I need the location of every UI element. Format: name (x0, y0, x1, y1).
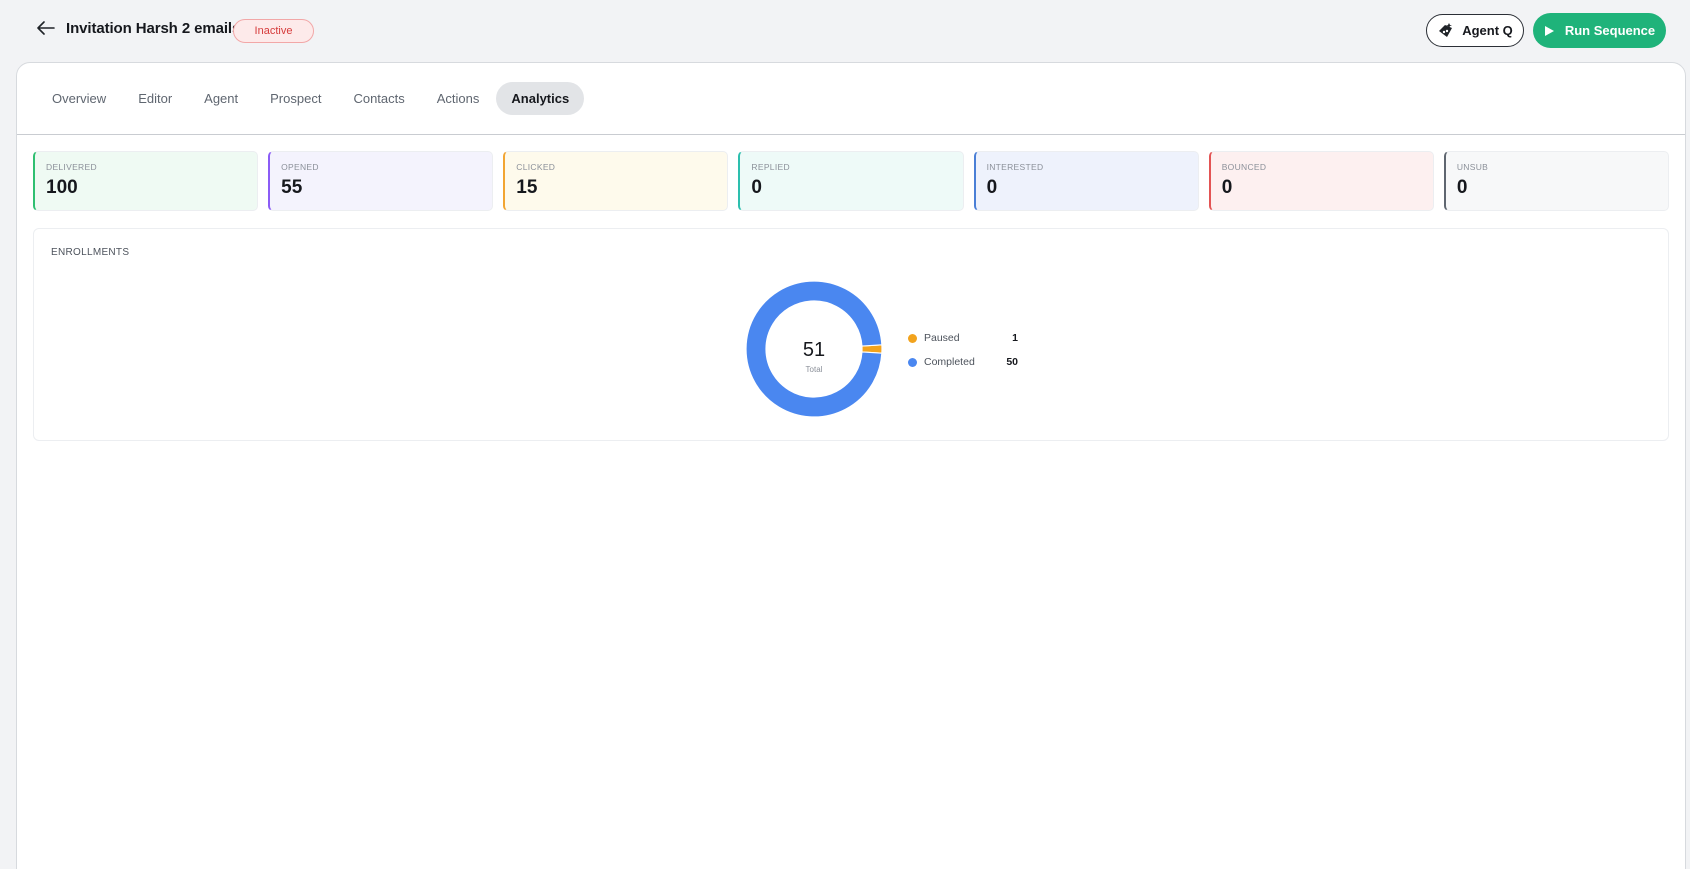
tab-editor[interactable]: Editor (123, 82, 187, 115)
enrollments-title: ENROLLMENTS (51, 247, 130, 258)
tab-analytics[interactable]: Analytics (496, 82, 585, 115)
metric-label: DELIVERED (46, 162, 97, 172)
metric-value: 55 (281, 177, 303, 198)
tab-bar: Overview Editor Agent Prospect Contacts … (17, 63, 1685, 135)
agent-q-label: Agent Q (1462, 23, 1513, 38)
metric-card-opened: OPENED 55 (268, 151, 494, 211)
page-title: Invitation Harsh 2 emails (66, 20, 241, 37)
back-button[interactable] (34, 16, 58, 40)
donut-total-value: 51 (802, 339, 826, 361)
metric-value: 15 (516, 177, 538, 198)
tab-contacts[interactable]: Contacts (338, 82, 419, 115)
tab-actions[interactable]: Actions (422, 82, 495, 115)
agent-q-button[interactable]: Agent Q (1426, 14, 1524, 47)
metric-label: UNSUB (1456, 162, 1489, 172)
legend-item-completed: Completed 50 (908, 350, 1018, 374)
legend-item-paused: Paused 1 (908, 326, 1018, 350)
legend-value: 1 (1012, 332, 1018, 344)
chart-legend: Paused 1 Completed 50 (908, 326, 1018, 374)
metric-label: BOUNCED (1221, 162, 1267, 172)
legend-dot (908, 333, 917, 343)
top-bar: Invitation Harsh 2 emails Inactive Agent… (0, 0, 1690, 62)
metric-label: REPLIED (751, 162, 790, 172)
legend-dot (908, 357, 917, 367)
metric-value: 0 (1221, 177, 1233, 198)
tab-prospect[interactable]: Prospect (255, 82, 336, 115)
legend-label: Completed (924, 356, 975, 368)
metric-label: INTERESTED (986, 162, 1044, 172)
status-badge: Inactive (233, 19, 314, 43)
donut-total-caption: Total (805, 365, 823, 374)
metric-card-interested: INTERESTED 0 (973, 151, 1199, 211)
metric-value: 0 (751, 177, 762, 198)
tab-agent[interactable]: Agent (189, 82, 253, 115)
metric-label: CLICKED (516, 162, 556, 172)
legend-value: 50 (1006, 356, 1018, 368)
metric-value: 0 (1456, 177, 1468, 198)
main-panel: Overview Editor Agent Prospect Contacts … (16, 62, 1686, 869)
enrollments-card: ENROLLMENTS 51 Total Paused 1 Completed … (33, 228, 1669, 441)
metric-card-replied: REPLIED 0 (738, 151, 964, 211)
metric-value: 0 (986, 177, 998, 198)
run-sequence-label: Run Sequence (1564, 23, 1656, 38)
run-sequence-button[interactable]: Run Sequence (1533, 13, 1666, 48)
tab-overview[interactable]: Overview (37, 82, 121, 115)
arrow-left-icon (37, 21, 55, 35)
legend-label: Paused (924, 332, 960, 344)
metric-label: OPENED (281, 162, 319, 172)
metric-card-bounced: BOUNCED 0 (1208, 151, 1434, 211)
metrics-row: DELIVERED 100 OPENED 55 CLICKED 15 REPLI… (33, 151, 1669, 211)
metric-card-clicked: CLICKED 15 (503, 151, 729, 211)
metric-card-delivered: DELIVERED 100 (33, 151, 259, 211)
play-icon (1544, 25, 1554, 36)
metric-value: 100 (46, 177, 78, 198)
metric-card-unsub: UNSUB 0 (1443, 151, 1669, 211)
agent-icon (1439, 23, 1453, 37)
